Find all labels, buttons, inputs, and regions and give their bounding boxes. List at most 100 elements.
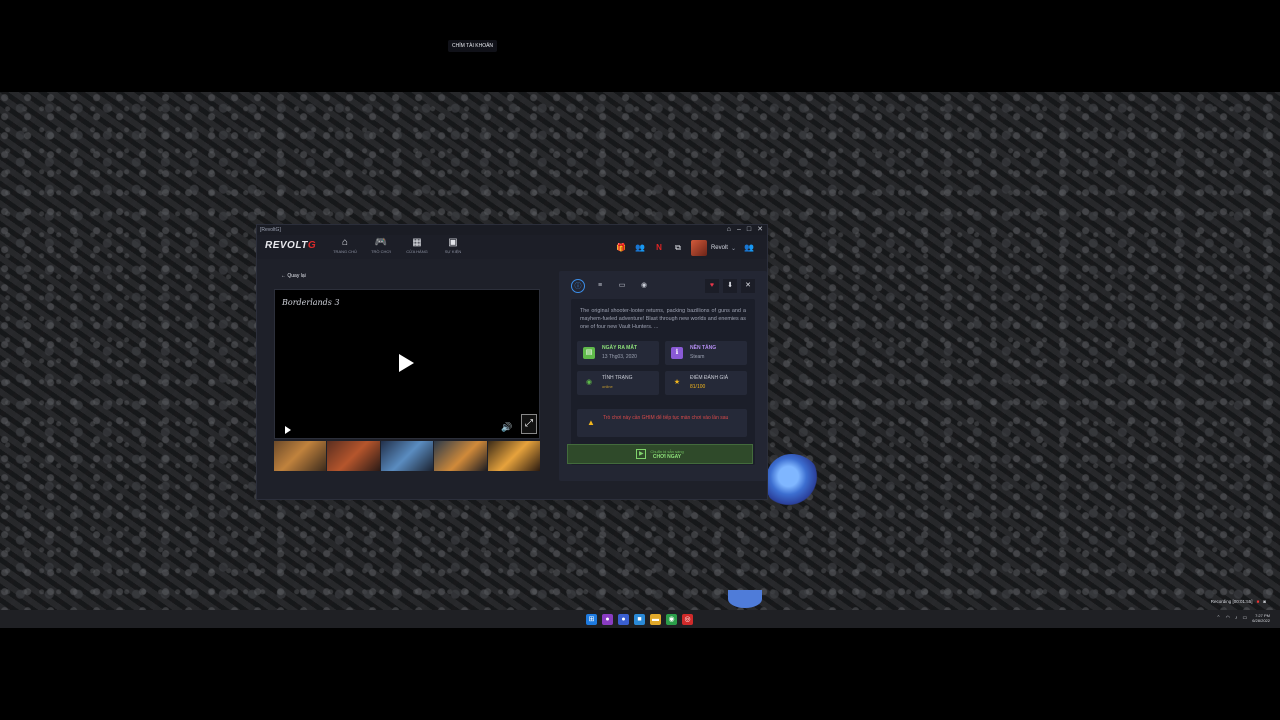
chrome-icon[interactable]: ◉ — [666, 614, 677, 625]
video-title: Borderlands 3 — [282, 298, 340, 307]
platform-label: NỀN TẢNG — [690, 345, 717, 351]
tooltip: CHỈM TÀI KHOẢN — [448, 40, 498, 52]
chevron-down-icon[interactable]: ⌄ — [731, 245, 736, 252]
username[interactable]: Revolt — [711, 245, 728, 251]
release-value: 13 Thg03, 2020 — [602, 354, 637, 360]
star-icon: ★ — [673, 379, 681, 386]
thumbnail[interactable] — [380, 441, 434, 471]
tab-list-icon[interactable]: ≡ — [593, 279, 607, 293]
recording-bar: Recording [00:01:55] ■ ◙ — [1211, 599, 1266, 604]
warning-icon: ▲ — [587, 418, 595, 427]
pin-icon[interactable]: ⬇ — [723, 279, 737, 293]
system-tray: ⌃ ◠ ♪ ▭ 7:27 PM 6/28/2022 — [1216, 613, 1270, 623]
home-window-button[interactable]: ⌂ — [727, 225, 731, 235]
info-icon: ℹ — [671, 347, 683, 359]
nav-home[interactable]: ⌂ TRANG CHỦ — [331, 237, 359, 255]
close-button[interactable]: ✕ — [757, 225, 763, 235]
taskbar: ⊞ ● ● ■ ▬ ◉ ◎ ⌃ ◠ ♪ ▭ 7:27 PM 6/28/2022 — [0, 610, 1280, 628]
nav-events[interactable]: ▣ SỰ KIỆN — [439, 237, 467, 255]
clock[interactable]: 7:27 PM 6/28/2022 — [1252, 613, 1270, 623]
thumbnail[interactable] — [434, 441, 487, 471]
chat-icon[interactable]: ● — [618, 614, 629, 625]
game-description: The original shooter-looter returns, pac… — [580, 308, 746, 330]
home-icon: ⌂ — [341, 237, 349, 248]
thumbnail[interactable] — [274, 441, 327, 471]
fullscreen-icon[interactable]: ⤢ — [521, 414, 537, 434]
video-player[interactable]: Borderlands 3 🔊 ⤢ — [274, 289, 540, 439]
clock-date: 6/28/2022 — [1252, 618, 1270, 623]
main-nav: ⌂ TRANG CHỦ 🎮 TRÒ CHƠI ▦ CỬA HÀNG ▣ SỰ K… — [331, 237, 467, 255]
calendar-icon: ▤ — [583, 347, 595, 359]
minimize-button[interactable]: – — [737, 225, 741, 235]
gift-icon[interactable]: 🎁 — [615, 242, 627, 254]
record-stop-icon[interactable]: ■ — [1257, 599, 1260, 604]
tab-cube-icon[interactable]: ◉ — [637, 279, 651, 293]
volume-icon[interactable]: ♪ — [1235, 615, 1238, 621]
wifi-icon[interactable]: ◠ — [1226, 615, 1230, 621]
nav-store[interactable]: ▦ CỬA HÀNG — [403, 237, 431, 255]
app-window: [RevoltG] ⌂ – □ ✕ REVOLTG ⌂ TRANG CHỦ 🎮 … — [256, 224, 768, 500]
revoltg-icon[interactable]: ◎ — [682, 614, 693, 625]
avatar[interactable] — [690, 240, 707, 256]
release-label: NGÀY RA MẮT — [602, 345, 637, 351]
info-box: The original shooter-looter returns, pac… — [571, 299, 755, 465]
start-icon[interactable]: ⊞ — [586, 614, 597, 625]
rating-label: ĐIỂM ĐÁNH GIÁ — [690, 375, 729, 381]
favorite-icon[interactable]: ♥ — [705, 279, 719, 293]
pin-warning: ▲ Trò chơi này cần GHIM để tiếp tục màn … — [577, 409, 747, 437]
thumbnail[interactable] — [487, 441, 541, 471]
tab-monitor-icon[interactable]: ▭ — [615, 279, 629, 293]
status-icon: ◉ — [585, 379, 593, 386]
platform-card: ℹ NỀN TẢNG Steam — [665, 341, 747, 365]
nav-label: TRANG CHỦ — [333, 249, 357, 254]
nav-label: TRÒ CHƠI — [371, 249, 391, 254]
calendar-icon: ▣ — [448, 237, 458, 248]
gamepad-icon: 🎮 — [374, 237, 388, 248]
tools-icon[interactable]: ✕ — [741, 279, 755, 293]
nav-games[interactable]: 🎮 TRÒ CHƠI — [367, 237, 395, 255]
friends-icon[interactable]: 👥 — [743, 242, 755, 254]
status-card: ◉ TÌNH TRẠNG online — [577, 371, 659, 395]
wallpaper-mascot-foot — [728, 590, 762, 608]
tray-chevron-icon[interactable]: ⌃ — [1216, 615, 1220, 621]
play-icon[interactable] — [399, 354, 414, 372]
maximize-button[interactable]: □ — [747, 225, 751, 235]
wallpaper-mascot — [766, 454, 822, 510]
folder-icon[interactable]: ▬ — [650, 614, 661, 625]
media-thumbnails — [274, 441, 541, 471]
release-card: ▤ NGÀY RA MẮT 13 Thg03, 2020 — [577, 341, 659, 365]
play-now-text: Chuẩn bị sẵn sàng CHƠI NGAY — [650, 449, 683, 460]
back-label: Quay lại — [287, 273, 306, 279]
status-label: TÌNH TRẠNG — [602, 375, 633, 381]
add-friend-icon[interactable]: 👥 — [634, 242, 646, 254]
taskbar-apps: ⊞ ● ● ■ ▬ ◉ ◎ — [586, 614, 693, 625]
volume-icon[interactable]: 🔊 — [501, 422, 512, 433]
camera-icon[interactable]: ◙ — [1263, 599, 1266, 604]
thumbnail[interactable] — [327, 441, 380, 471]
play-now-button[interactable]: ▶ Chuẩn bị sẵn sàng CHƠI NGAY — [567, 444, 753, 464]
store-icon: ▦ — [412, 237, 422, 248]
battery-icon[interactable]: ▭ — [1242, 615, 1247, 621]
header-tools: 🎁 👥 N ⧉ Revolt ⌄ 👥 — [615, 240, 755, 256]
rating-card: ★ ĐIỂM ĐÁNH GIÁ 81/100 — [665, 371, 747, 395]
recording-text: Recording [00:01:55] — [1210, 599, 1253, 604]
play-control-icon[interactable] — [285, 426, 291, 434]
warning-text: Trò chơi này cần GHIM để tiếp tục màn ch… — [603, 415, 729, 421]
window-titlebar[interactable]: [RevoltG] ⌂ – □ ✕ — [257, 225, 767, 235]
rating-value: 81/100 — [690, 384, 706, 390]
screen: [RevoltG] ⌂ – □ ✕ REVOLTG ⌂ TRANG CHỦ 🎮 … — [0, 0, 1280, 720]
tab-info-icon[interactable]: ⓘ — [571, 279, 585, 293]
copy-icon[interactable]: ⧉ — [672, 242, 684, 254]
panel-actions: ♥ ⬇ ✕ — [705, 279, 755, 293]
window-title: [RevoltG] — [260, 227, 281, 233]
window-controls: ⌂ – □ ✕ — [727, 225, 763, 235]
status-value: online — [602, 384, 613, 389]
app-icon[interactable]: ● — [602, 614, 613, 625]
play-now-icon: ▶ — [636, 449, 647, 459]
netflix-icon[interactable]: N — [653, 242, 665, 254]
play-now-label: CHƠI NGAY — [652, 453, 682, 460]
back-link[interactable]: ← Quay lại — [281, 273, 306, 279]
nav-label: SỰ KIỆN — [444, 249, 462, 254]
revoltg-logo[interactable]: REVOLTG — [265, 240, 316, 251]
store-icon[interactable]: ■ — [634, 614, 645, 625]
